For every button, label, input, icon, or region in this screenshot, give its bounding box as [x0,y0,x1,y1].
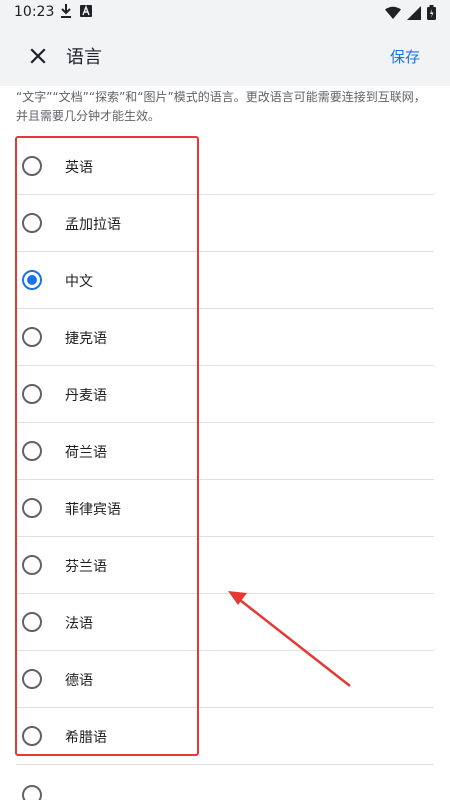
language-option-english[interactable]: 英语 [0,138,450,195]
language-option-dutch[interactable]: 荷兰语 [0,423,450,480]
notification-a-icon [80,5,92,17]
close-icon[interactable] [26,44,50,68]
language-label: 芬兰语 [65,559,107,575]
download-icon [61,4,71,18]
language-label: 菲律宾语 [65,502,121,518]
radio-button[interactable] [22,384,42,404]
signal-icon [407,5,421,20]
radio-button[interactable] [22,669,42,689]
page-title: 语言 [66,47,102,68]
language-option-bengali[interactable]: 孟加拉语 [0,195,450,252]
language-option-greek[interactable]: 希腊语 [0,708,450,765]
language-option-chinese[interactable]: 中文 [0,252,450,309]
language-option-czech[interactable]: 捷克语 [0,309,450,366]
status-bar: 10:23 [0,0,450,26]
radio-button[interactable] [22,441,42,461]
language-label: 英语 [65,160,93,176]
radio-button[interactable] [22,785,42,800]
wifi-icon [385,6,401,19]
language-option-french[interactable]: 法语 [0,594,450,651]
language-label: 希腊语 [65,730,107,746]
divider [16,764,434,765]
language-label: 捷克语 [65,331,107,347]
language-label: 中文 [65,274,93,290]
language-description: “文字”“文档”“探索”和“图片”模式的语言。更改语言可能需要连接到互联网，并且… [16,90,426,123]
language-label: 法语 [65,616,93,632]
radio-button[interactable] [22,213,42,233]
status-time: 10:23 [14,4,55,20]
language-option-finnish[interactable]: 芬兰语 [0,537,450,594]
radio-button-selected[interactable] [22,270,42,290]
radio-button[interactable] [22,156,42,176]
language-option-german[interactable]: 德语 [0,651,450,708]
language-option-filipino[interactable]: 菲律宾语 [0,480,450,537]
language-option-danish[interactable]: 丹麦语 [0,366,450,423]
radio-button[interactable] [22,555,42,575]
language-list: 英语 孟加拉语 中文 捷克语 丹麦语 荷兰语 菲律宾语 芬兰语 法语 德语 希腊… [0,138,450,765]
radio-button[interactable] [22,612,42,632]
radio-button[interactable] [22,498,42,518]
save-button[interactable]: 保存 [390,46,420,67]
radio-button[interactable] [22,327,42,347]
language-label: 孟加拉语 [65,217,121,233]
app-bar: 语言 保存 [0,26,450,86]
language-label: 德语 [65,673,93,689]
battery-icon [427,5,436,20]
language-label: 荷兰语 [65,445,107,461]
language-label: 丹麦语 [65,388,107,404]
radio-button[interactable] [22,726,42,746]
